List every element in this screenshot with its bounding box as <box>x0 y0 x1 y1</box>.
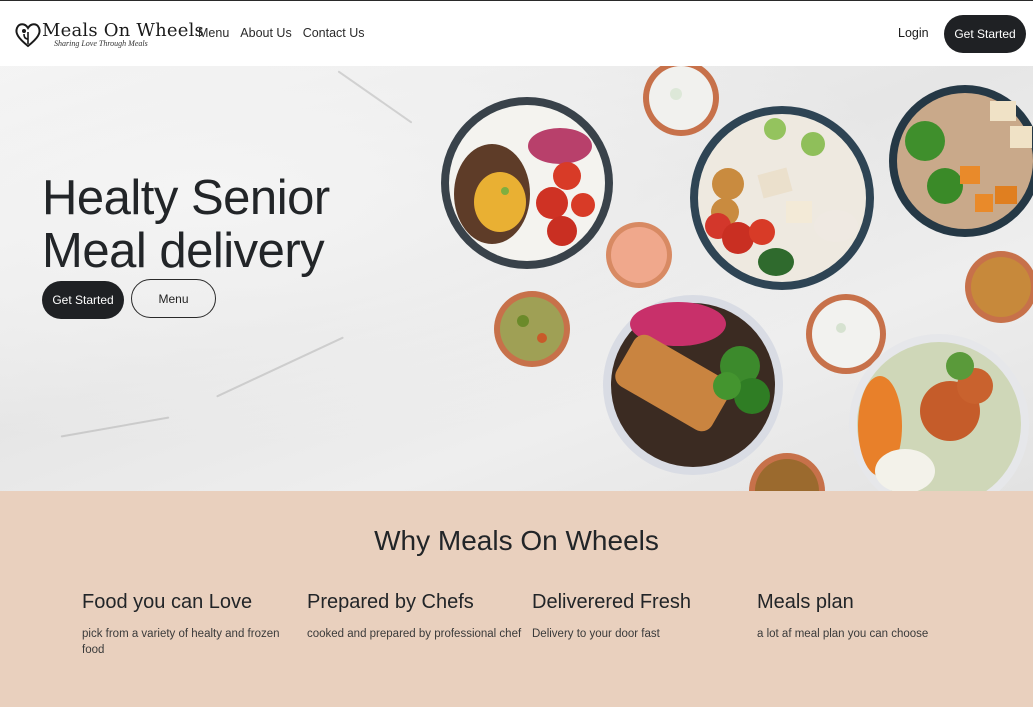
feature-text: pick from a variety of healty and frozen… <box>82 628 280 656</box>
hero-get-started-button[interactable]: Get Started <box>42 281 124 319</box>
nav-link-menu[interactable]: Menu <box>198 26 229 40</box>
hero-heading-line-2: Meal delivery <box>42 224 325 278</box>
feature-title: Prepared by Chefs <box>307 591 474 613</box>
feature-text: a lot af meal plan you can choose <box>757 628 929 640</box>
hero-section: Healty Senior Meal delivery Get Started … <box>0 66 1033 491</box>
brand-tagline: Sharing Love Through Meals <box>54 39 148 48</box>
feature-text: Delivery to your door fast <box>532 628 660 640</box>
brand-name: Meals On Wheels <box>42 20 204 41</box>
why-section: Why Meals On Wheels Food you can Love pi… <box>0 491 1033 707</box>
feature-title: Food you can Love <box>82 591 253 613</box>
nav-link-about-us[interactable]: About Us <box>240 26 291 40</box>
feature-delivered-fresh: Deliverered Fresh Delivery to your door … <box>532 591 747 642</box>
get-started-button[interactable]: Get Started <box>944 15 1026 53</box>
brand-logo[interactable]: Meals On Wheels Sharing Love Through Mea… <box>14 20 204 50</box>
why-heading: Why Meals On Wheels <box>374 525 659 556</box>
feature-text: cooked and prepared by professional chef <box>307 628 522 640</box>
feature-prepared-by-chefs: Prepared by Chefs cooked and prepared by… <box>307 591 522 642</box>
feature-meals-plan: Meals plan a lot af meal plan you can ch… <box>757 591 972 642</box>
feature-title: Meals plan <box>757 591 854 613</box>
hero-heading: Healty Senior Meal delivery <box>42 172 330 278</box>
nav-links: Menu About Us Contact Us <box>198 26 365 40</box>
hero-heading-line-1: Healty Senior <box>42 171 330 225</box>
heart-logo-icon <box>15 23 41 48</box>
hero-menu-button[interactable]: Menu <box>131 279 216 318</box>
feature-food-you-can-love: Food you can Love pick from a variety of… <box>82 591 297 658</box>
navbar: Meals On Wheels Sharing Love Through Mea… <box>0 1 1033 66</box>
login-link[interactable]: Login <box>898 26 929 40</box>
nav-link-contact-us[interactable]: Contact Us <box>303 26 365 40</box>
feature-title: Deliverered Fresh <box>532 591 691 613</box>
